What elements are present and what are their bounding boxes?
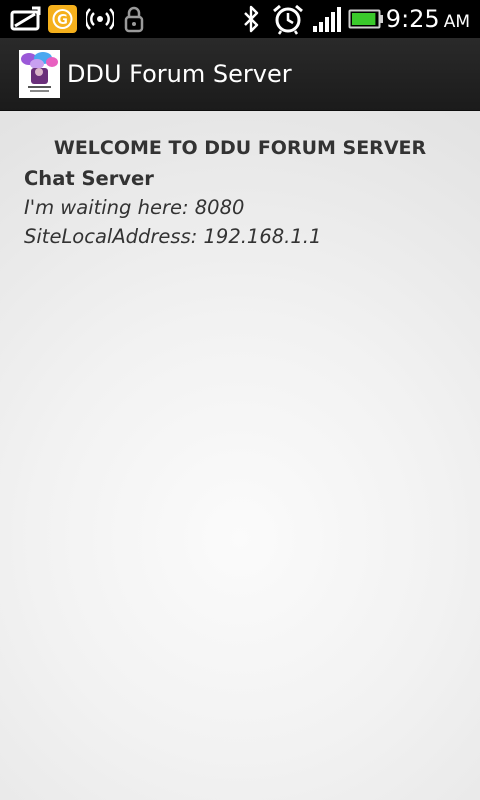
- wifi-hotspot-icon: [84, 5, 116, 33]
- app-notification-letter: G: [57, 13, 68, 28]
- main-content: WELCOME TO DDU FORUM SERVER Chat Server …: [0, 111, 480, 800]
- chat-server-label: Chat Server: [24, 167, 154, 190]
- bluetooth-icon: [241, 5, 261, 33]
- status-bar: G 9:25 AM: [0, 0, 480, 38]
- clock-time: 9:25: [385, 5, 440, 33]
- app-notification-icon: G: [47, 5, 78, 33]
- site-local-address-text: SiteLocalAddress: 192.168.1.1: [24, 225, 322, 248]
- lock-icon: [124, 5, 144, 33]
- waiting-port-text: I'm waiting here: 8080: [24, 196, 245, 219]
- clock-ampm: AM: [443, 12, 470, 32]
- signal-strength-icon: [312, 5, 342, 33]
- app-title: DDU Forum Server: [67, 60, 292, 88]
- app-logo-icon[interactable]: [19, 50, 60, 98]
- screen-mirror-icon: [10, 5, 42, 33]
- welcome-heading: WELCOME TO DDU FORUM SERVER: [53, 137, 427, 159]
- alarm-clock-icon: [271, 3, 305, 35]
- battery-icon: [348, 5, 384, 33]
- action-bar: DDU Forum Server: [0, 38, 480, 111]
- status-clock: 9:25 AM: [386, 4, 470, 34]
